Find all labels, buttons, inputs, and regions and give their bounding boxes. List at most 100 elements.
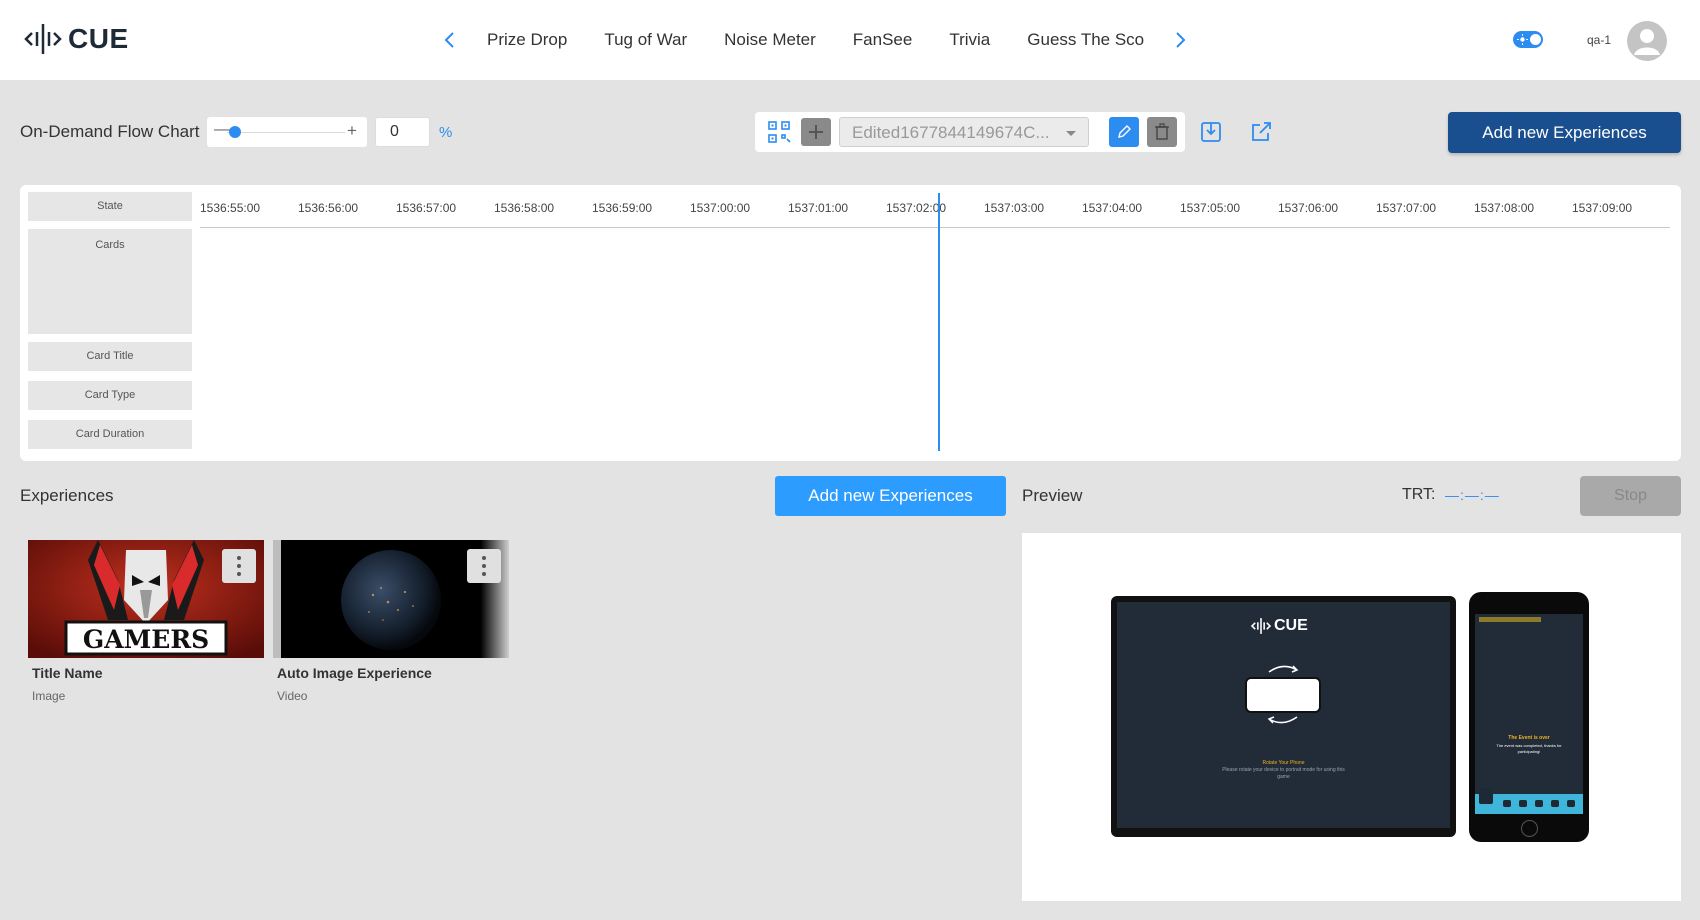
add-flow-button[interactable]: [801, 118, 831, 146]
phone-preview: The Event is over The event was complete…: [1469, 592, 1589, 842]
home-icon: [1479, 788, 1493, 804]
edit-button[interactable]: [1109, 117, 1139, 147]
tab-noise-meter[interactable]: Noise Meter: [724, 30, 816, 50]
card-title: Title Name: [32, 665, 103, 681]
add-new-experiences-button[interactable]: Add new Experiences: [1448, 112, 1681, 153]
phone-nav-bar: [1475, 788, 1583, 814]
time-tick: 1537:03:00: [984, 201, 1045, 215]
user-name[interactable]: qa-1: [1587, 33, 1611, 47]
row-label-card-title: Card Title: [28, 342, 192, 371]
row-label-card-type: Card Type: [28, 381, 192, 410]
tab-fansee[interactable]: FanSee: [853, 30, 913, 50]
gamers-thumb-text: GAMERS: [83, 625, 209, 654]
zoom-slider[interactable]: — +: [207, 117, 367, 147]
preview-panel: CUE Rotate Your Phone Please rotate your…: [1022, 533, 1681, 901]
pencil-icon: [1118, 125, 1131, 138]
experiences-title: Experiences: [20, 486, 114, 505]
flow-controls: Edited1677844149674C...: [755, 112, 1185, 152]
delete-button[interactable]: [1147, 117, 1177, 147]
zoom-out-button[interactable]: —: [214, 121, 230, 139]
time-axis-line: [200, 227, 1670, 228]
cue-logo[interactable]: CUE: [24, 20, 129, 58]
flow-chart-title: On-Demand Flow Chart: [20, 122, 200, 141]
time-tick: 1536:55:00: [200, 201, 261, 215]
time-tick: 1537:07:00: [1376, 201, 1437, 215]
share-icon[interactable]: [1249, 120, 1273, 144]
logo-text: CUE: [68, 23, 129, 54]
tab-prize-drop[interactable]: Prize Drop: [487, 30, 567, 50]
tab-tug-of-war[interactable]: Tug of War: [604, 30, 687, 50]
sun-icon: [1517, 34, 1528, 45]
chevron-right-icon[interactable]: [1170, 28, 1190, 52]
phone-home-button: [1521, 820, 1538, 837]
time-tick: 1537:00:00: [690, 201, 751, 215]
add-experience-button[interactable]: Add new Experiences: [775, 476, 1006, 516]
trt-value: —:—:—: [1445, 487, 1500, 503]
time-tick: 1537:05:00: [1180, 201, 1241, 215]
time-tick: 1537:08:00: [1474, 201, 1535, 215]
nav-icon: [1535, 800, 1543, 807]
time-tick: 1537:04:00: [1082, 201, 1143, 215]
flow-select-value: Edited1677844149674C...: [852, 123, 1050, 142]
card-title: Auto Image Experience: [277, 665, 432, 681]
top-bar: CUE Prize Drop Tug of War Noise Meter FanSe…: [0, 0, 1700, 80]
user-icon: [1634, 29, 1660, 55]
card-menu-button[interactable]: [222, 549, 256, 583]
trt-label: TRT:: [1402, 486, 1436, 503]
time-tick: 1536:59:00: [592, 201, 653, 215]
rotate-description: Please rotate your device to portrait mo…: [1222, 767, 1345, 780]
sound-wave-icon: [1251, 618, 1271, 634]
phone-screen: The Event is over The event was complete…: [1475, 614, 1583, 814]
experience-card[interactable]: GAMERS Title Name Image: [28, 540, 264, 703]
zoom-in-button[interactable]: +: [347, 121, 357, 141]
flow-select[interactable]: Edited1677844149674C...: [839, 117, 1089, 147]
time-tick: 1537:06:00: [1278, 201, 1339, 215]
chevron-left-icon[interactable]: [440, 28, 460, 52]
row-label-card-duration: Card Duration: [28, 420, 192, 449]
tablet-screen: CUE Rotate Your Phone Please rotate your…: [1117, 602, 1450, 828]
nav-icon: [1567, 800, 1575, 807]
playhead[interactable]: [938, 193, 940, 451]
toggle-knob: [1530, 34, 1541, 45]
tablet-preview: CUE Rotate Your Phone Please rotate your…: [1111, 596, 1456, 837]
event-over-description: The event was completed, thanks for part…: [1496, 743, 1562, 754]
stop-button[interactable]: Stop: [1580, 476, 1681, 516]
qr-code-icon[interactable]: [767, 120, 791, 144]
rotate-phone-graphic: [1245, 677, 1321, 713]
tablet-logo: CUE: [1251, 616, 1308, 636]
experience-thumbnail[interactable]: [273, 540, 509, 658]
time-tick: 1536:58:00: [494, 201, 555, 215]
zoom-track: [227, 132, 345, 133]
percent-sign: %: [439, 124, 453, 141]
card-type: Video: [277, 689, 308, 703]
flow-chart: State Cards Card Title Card Type Card Du…: [20, 185, 1681, 461]
tab-trivia[interactable]: Trivia: [949, 30, 990, 50]
nav-icon: [1519, 800, 1527, 807]
avatar[interactable]: [1627, 21, 1667, 61]
experience-tabs: Prize Drop Tug of War Noise Meter FanSee Tri…: [487, 30, 1157, 54]
time-tick: 1536:57:00: [396, 201, 457, 215]
sound-wave-icon: [24, 24, 62, 54]
theme-toggle[interactable]: [1513, 31, 1543, 48]
experience-thumbnail[interactable]: GAMERS: [28, 540, 264, 658]
row-label-cards: Cards: [28, 229, 192, 334]
time-tick: 1537:09:00: [1572, 201, 1633, 215]
card-type: Image: [32, 689, 66, 703]
save-icon[interactable]: [1199, 120, 1223, 144]
nav-icon: [1551, 800, 1559, 807]
tab-guess-the-score[interactable]: Guess The Sco: [1027, 30, 1144, 50]
preview-title: Preview: [1022, 486, 1083, 505]
zoom-percent-input[interactable]: [375, 117, 430, 147]
event-over-title: The Event is over: [1508, 735, 1550, 741]
tablet-logo-text: CUE: [1274, 617, 1308, 634]
zoom-handle[interactable]: [229, 126, 241, 138]
trash-icon: [1155, 123, 1169, 140]
experience-card[interactable]: Auto Image Experience Video: [273, 540, 509, 703]
card-menu-button[interactable]: [467, 549, 501, 583]
time-tick: 1537:01:00: [788, 201, 849, 215]
row-label-state: State: [28, 192, 192, 221]
rotate-arrow-icon: [1267, 716, 1298, 724]
time-axis: 1536:55:00 1536:56:00 1536:57:00 1536:58…: [200, 201, 1670, 215]
rotate-title: Rotate Your Phone: [1262, 760, 1305, 766]
time-tick: 1536:56:00: [298, 201, 359, 215]
